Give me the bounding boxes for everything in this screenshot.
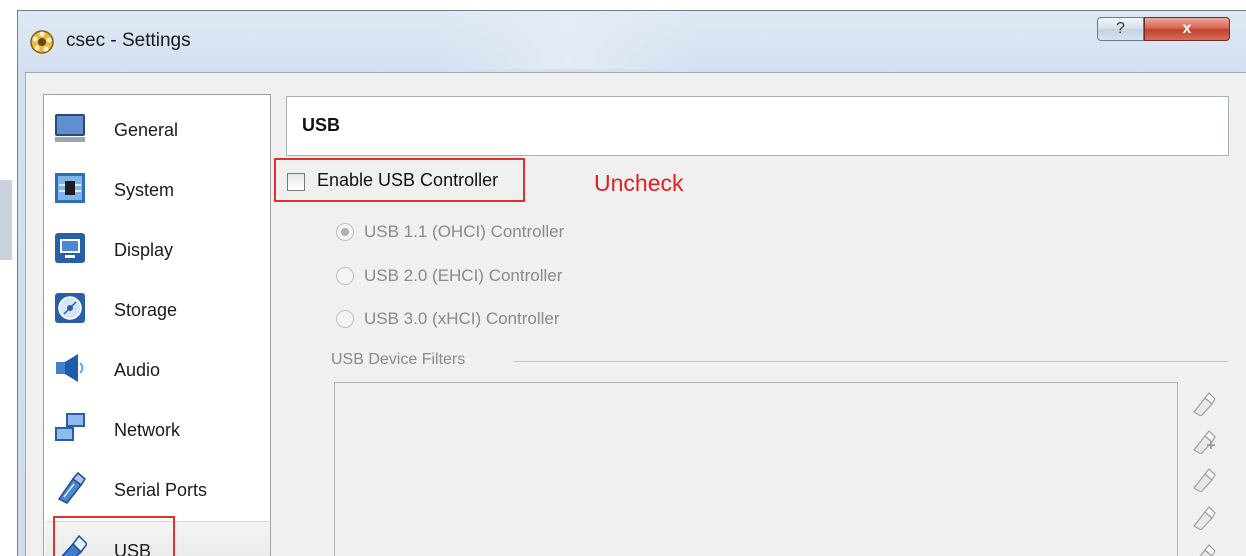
- desktop-edge: [0, 180, 12, 260]
- sidebar-item-audio[interactable]: Audio: [45, 341, 270, 399]
- title-bar[interactable]: csec - Settings ? x: [18, 11, 1246, 69]
- speaker-icon: [56, 354, 84, 382]
- settings-sidebar: General System Display Storage Audio Net…: [43, 94, 271, 556]
- sidebar-item-serial-ports[interactable]: Serial Ports: [45, 461, 270, 519]
- sidebar-item-display[interactable]: Display: [45, 221, 270, 279]
- disk-icon: [55, 293, 85, 323]
- remove-filter-icon[interactable]: [1191, 504, 1217, 530]
- sidebar-item-label: General: [114, 120, 179, 140]
- uncheck-annotation: Uncheck: [594, 170, 684, 196]
- enable-usb-label[interactable]: Enable USB Controller: [317, 170, 498, 191]
- sidebar-item-label: Audio: [114, 360, 161, 380]
- page-title: USB: [302, 115, 341, 135]
- usb-2-0-radio[interactable]: [336, 267, 354, 285]
- title-glow: [438, 11, 698, 69]
- sidebar-item-system[interactable]: System: [45, 161, 270, 219]
- sidebar-item-label: System: [114, 180, 175, 200]
- usb-1-1-label: USB 1.1 (OHCI) Controller: [364, 222, 565, 241]
- sidebar-item-label: Display: [114, 240, 174, 260]
- settings-content: General System Display Storage Audio Net…: [25, 72, 1246, 556]
- settings-window: csec - Settings ? x General System Displ…: [17, 10, 1246, 556]
- virtualbox-app-icon: [30, 30, 54, 54]
- usb-3-0-label: USB 3.0 (xHCI) Controller: [364, 309, 560, 328]
- add-device-filter-icon[interactable]: [1191, 428, 1217, 454]
- filters-group-line: [514, 361, 1228, 362]
- usb-1-1-radio[interactable]: [336, 223, 354, 241]
- enable-usb-highlight: Enable USB Controller: [274, 158, 525, 202]
- network-icon: [55, 413, 85, 441]
- enable-usb-checkbox[interactable]: [287, 173, 305, 191]
- sidebar-item-label: Storage: [114, 300, 178, 320]
- page-header: USB: [286, 96, 1229, 156]
- usb-3-0-radio[interactable]: [336, 310, 354, 328]
- usb-device-filters-label: USB Device Filters: [331, 351, 466, 368]
- usb-highlight-box: [53, 516, 175, 556]
- usb-filters-list[interactable]: [334, 382, 1178, 556]
- sidebar-item-storage[interactable]: Storage: [45, 281, 270, 339]
- usb-2-0-label: USB 2.0 (EHCI) Controller: [364, 266, 563, 285]
- help-button[interactable]: ?: [1097, 17, 1144, 41]
- sidebar-item-label: Network: [114, 420, 181, 440]
- close-button[interactable]: x: [1144, 17, 1230, 41]
- window-title: csec - Settings: [66, 30, 191, 51]
- serial-plug-icon: [57, 471, 86, 504]
- chip-icon: [55, 173, 85, 203]
- sidebar-item-network[interactable]: Network: [45, 401, 270, 459]
- edit-filter-icon[interactable]: [1191, 466, 1217, 492]
- monitor-icon: [55, 114, 85, 142]
- add-empty-filter-icon[interactable]: [1191, 390, 1217, 416]
- move-filter-icon[interactable]: [1191, 542, 1217, 556]
- sidebar-item-label: Serial Ports: [114, 480, 208, 500]
- sidebar-item-general[interactable]: General: [45, 101, 270, 159]
- display-icon: [55, 233, 85, 263]
